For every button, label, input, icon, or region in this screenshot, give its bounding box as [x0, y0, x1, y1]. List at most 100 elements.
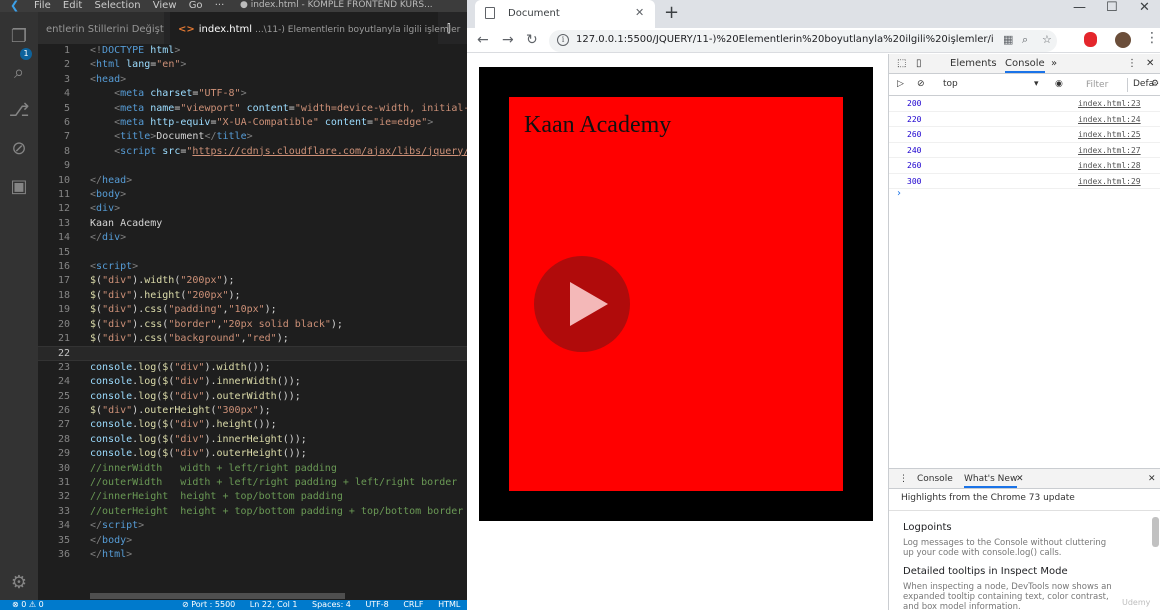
indentation[interactable]: Spaces: 4	[312, 600, 351, 609]
log-source-link[interactable]: index.html:25	[1078, 127, 1141, 142]
log-source-link[interactable]: index.html:28	[1078, 158, 1141, 173]
language-mode[interactable]: HTML	[438, 600, 460, 609]
close-window-icon[interactable]: ✕	[1139, 0, 1150, 15]
search-icon[interactable]: ⌕	[0, 62, 38, 83]
menu-more[interactable]: ···	[215, 0, 225, 11]
code-line[interactable]: 25 console.log($("div").outerWidth());	[38, 390, 467, 404]
code-editor[interactable]: 1 <!DOCTYPE html> 2 <html lang="en"> 3 <head>…	[38, 44, 467, 600]
code-line[interactable]: 9	[38, 159, 467, 173]
code-line[interactable]: 12 <div>	[38, 202, 467, 216]
forward-icon[interactable]: →	[502, 32, 514, 48]
minimize-icon[interactable]: —	[1073, 0, 1086, 15]
code-line[interactable]: 11 <body>	[38, 188, 467, 202]
cursor-position[interactable]: Ln 22, Col 1	[250, 600, 298, 609]
filter-input[interactable]: Filter	[1080, 78, 1128, 92]
code-line[interactable]: 36 </html>	[38, 548, 467, 562]
code-line[interactable]: 16 <script>	[38, 260, 467, 274]
code-line[interactable]: 5 <meta name="viewport" content="width=d…	[38, 102, 467, 116]
site-info-icon[interactable]: i	[557, 34, 569, 46]
browser-tab[interactable]: Document ✕	[475, 0, 655, 28]
code-line[interactable]: 17 $("div").width("200px");	[38, 274, 467, 288]
gear-icon[interactable]: ⚙	[0, 572, 38, 593]
back-icon[interactable]: ←	[477, 32, 489, 48]
profile-avatar[interactable]	[1115, 32, 1131, 48]
devtools-menu-icon[interactable]: ⋮	[1127, 58, 1137, 69]
clear-console-icon[interactable]: ⊘	[917, 79, 925, 89]
debug-icon[interactable]: ⊘	[0, 138, 38, 159]
device-toolbar-icon[interactable]: ▯	[916, 58, 922, 69]
code-line[interactable]: 27 console.log($("div").height());	[38, 418, 467, 432]
code-line[interactable]: 32 //innerHeight height + top/bottom padd…	[38, 490, 467, 504]
translate-icon[interactable]: ▦	[1003, 33, 1013, 46]
inspect-element-icon[interactable]: ⬚	[897, 58, 906, 69]
menu-edit[interactable]: Edit	[63, 0, 82, 11]
code-line[interactable]: 18 $("div").height("200px");	[38, 289, 467, 303]
extension-icon[interactable]	[1084, 32, 1097, 47]
drawer-scrollbar[interactable]	[1152, 517, 1159, 547]
drawer-tab-whats-new[interactable]: What's New	[964, 474, 1018, 488]
code-line[interactable]: 10 </head>	[38, 174, 467, 188]
extensions-icon[interactable]: ▣	[0, 176, 38, 197]
explorer-icon[interactable]: ❐	[0, 26, 38, 47]
editor-tab-index-html[interactable]: <> index.html ...\11-) Elementlerin boyutl…	[170, 12, 460, 44]
drawer-menu-icon[interactable]: ⋮	[899, 474, 908, 484]
code-line[interactable]: 14 </div>	[38, 231, 467, 245]
close-drawer-icon[interactable]: ✕	[1148, 474, 1156, 484]
context-dropdown-icon[interactable]: ▾	[1034, 79, 1039, 89]
code-line[interactable]: 22	[38, 346, 467, 361]
eye-icon[interactable]: ◉	[1055, 79, 1063, 89]
code-line[interactable]: 20 $("div").css("border","20px solid blac…	[38, 318, 467, 332]
code-line[interactable]: 29 console.log($("div").outerHeight());	[38, 447, 467, 461]
url-text[interactable]: 127.0.0.1:5500/JQUERY/11-)%20Elementleri…	[576, 34, 994, 45]
new-tab-button[interactable]: +	[664, 2, 679, 23]
code-line[interactable]: 34 </script>	[38, 519, 467, 533]
menu-selection[interactable]: Selection	[94, 0, 140, 11]
code-line[interactable]: 2 <html lang="en">	[38, 58, 467, 72]
log-source-link[interactable]: index.html:23	[1078, 96, 1141, 111]
code-line[interactable]: 13 Kaan Academy	[38, 217, 467, 231]
feature-title[interactable]: Logpoints	[903, 522, 952, 533]
context-select[interactable]: top	[943, 79, 958, 89]
menu-file[interactable]: File	[34, 0, 51, 11]
sidebar-toggle-icon[interactable]: ▷	[897, 79, 904, 89]
log-source-link[interactable]: index.html:29	[1078, 174, 1141, 189]
code-line[interactable]: 33 //outerHeight height + top/bottom padd…	[38, 505, 467, 519]
close-whats-new-icon[interactable]: ✕	[1016, 474, 1024, 484]
code-line[interactable]: 23 console.log($("div").width());	[38, 361, 467, 375]
close-tab-icon[interactable]: ✕	[635, 6, 644, 19]
tab-console[interactable]: Console	[1005, 58, 1045, 73]
code-line[interactable]: 7 <title>Document</title>	[38, 130, 467, 144]
console-prompt[interactable]: ›	[897, 188, 901, 199]
line-ending[interactable]: CRLF	[403, 600, 423, 609]
code-line[interactable]: 6 <meta http-equiv="X-UA-Compatible" con…	[38, 116, 467, 130]
code-line[interactable]: 31 //outerWidth width + left/right paddin…	[38, 476, 467, 490]
code-line[interactable]: 28 console.log($("div").innerHeight());	[38, 433, 467, 447]
log-source-link[interactable]: index.html:24	[1078, 112, 1141, 127]
tab-elements[interactable]: Elements	[950, 58, 997, 69]
menu-go[interactable]: Go	[189, 0, 203, 11]
code-line[interactable]: 21 $("div").css("background","red");	[38, 332, 467, 346]
code-line[interactable]: 1 <!DOCTYPE html>	[38, 44, 467, 58]
editor-horizontal-scrollbar[interactable]	[90, 593, 345, 599]
source-control-icon[interactable]: ⎇	[0, 100, 38, 121]
problems-status[interactable]: ⊗ 0 ⚠ 0	[12, 600, 44, 610]
code-line[interactable]: 4 <meta charset="UTF-8">	[38, 87, 467, 101]
play-button[interactable]	[534, 256, 630, 352]
more-tabs-icon[interactable]: »	[1051, 58, 1057, 69]
menu-view[interactable]: View	[153, 0, 177, 11]
maximize-icon[interactable]: ☐	[1106, 0, 1118, 15]
address-bar[interactable]: i 127.0.0.1:5500/JQUERY/11-)%20Elementle…	[549, 30, 1057, 52]
code-line[interactable]: 24 console.log($("div").innerWidth());	[38, 375, 467, 389]
zoom-icon[interactable]: ⌕	[1022, 33, 1028, 47]
encoding[interactable]: UTF-8	[365, 600, 388, 609]
split-editor-icon[interactable]: ⫿	[447, 22, 451, 36]
drawer-tab-console[interactable]: Console	[917, 474, 953, 484]
devtools-close-icon[interactable]: ✕	[1146, 58, 1154, 69]
feature-title[interactable]: Detailed tooltips in Inspect Mode	[903, 566, 1068, 577]
log-source-link[interactable]: index.html:27	[1078, 143, 1141, 158]
code-line[interactable]: 35 </body>	[38, 534, 467, 548]
code-line[interactable]: 30 //innerWidth width + left/right paddin…	[38, 462, 467, 476]
code-line[interactable]: 26 $("div").outerHeight("300px");	[38, 404, 467, 418]
live-server-port[interactable]: ⊘ Port : 5500	[182, 600, 235, 609]
browser-menu-icon[interactable]: ⋮	[1145, 30, 1159, 46]
